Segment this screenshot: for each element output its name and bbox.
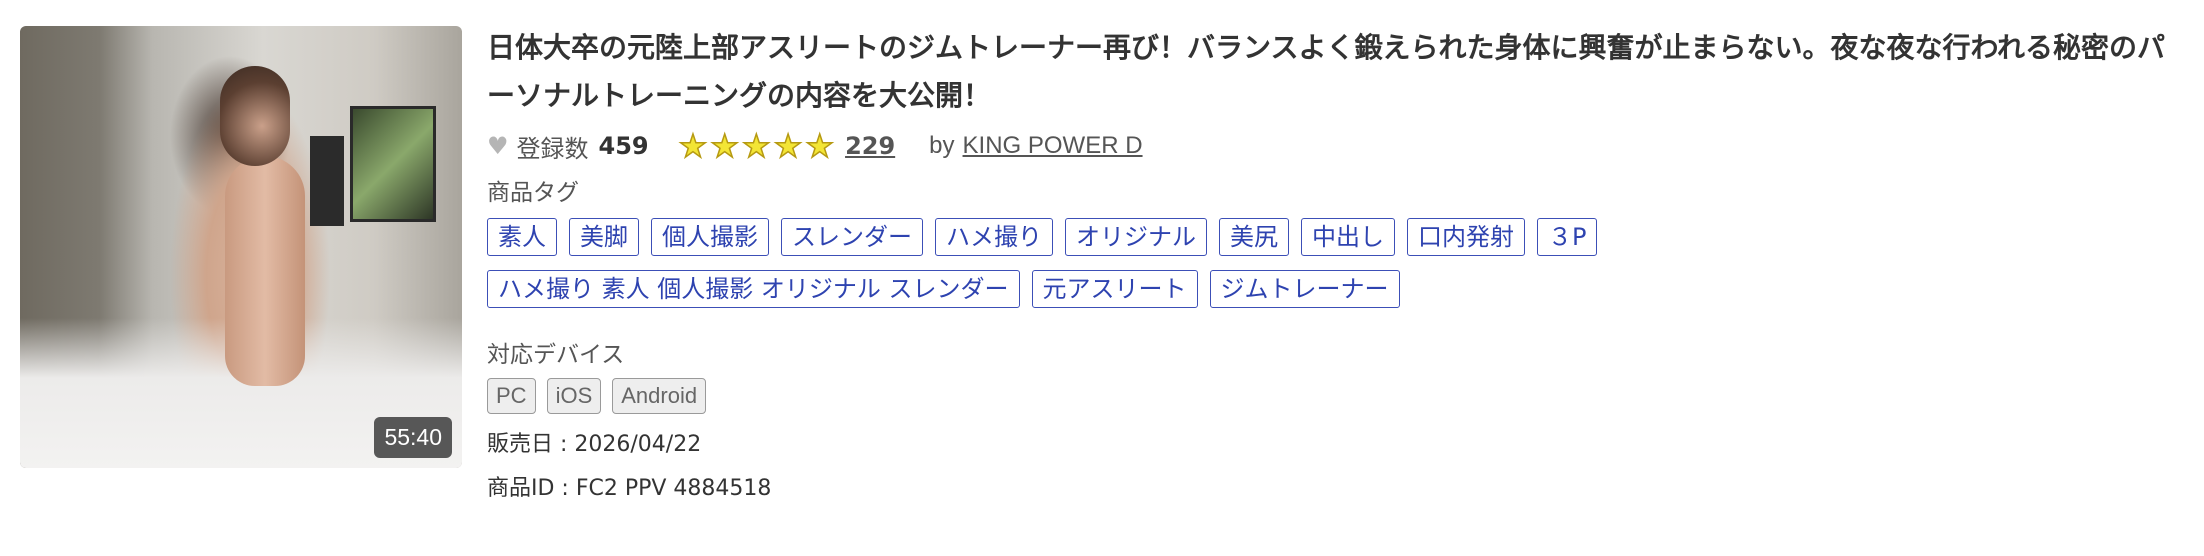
star-icon: ★ <box>710 127 740 165</box>
product-title[interactable]: 日体大卒の元陸上部アスリートのジムトレーナー再び！バランスよく鍛えられた身体に興… <box>487 24 2187 120</box>
device-badge-android: Android <box>612 378 707 414</box>
device-list: PC iOS Android <box>487 378 2187 414</box>
tag-link[interactable]: 元アスリート <box>1031 270 1198 308</box>
device-badge-pc: PC <box>487 378 536 414</box>
tag-link[interactable]: ジムトレーナー <box>1209 270 1400 308</box>
heart-icon[interactable]: ♥ <box>487 132 509 160</box>
tag-link[interactable]: ハメ撮り 素人 個人撮影 オリジナル スレンダー <box>487 270 1020 308</box>
favorites-label: 登録数 <box>516 134 589 163</box>
tag-link[interactable]: 中出し <box>1301 218 1395 256</box>
product-details: 日体大卒の元陸上部アスリートのジムトレーナー再び！バランスよく鍛えられた身体に興… <box>487 24 2187 504</box>
tag-link[interactable]: ３P <box>1537 218 1598 256</box>
devices-label: 対応デバイス <box>487 342 625 368</box>
tag-link[interactable]: 美脚 <box>569 218 639 256</box>
star-icon: ★ <box>678 127 708 165</box>
tag-list: 素人 美脚 個人撮影 スレンダー ハメ撮り オリジナル 美尻 中出し 口内発射 … <box>487 218 1787 322</box>
video-thumbnail[interactable]: 55:40 <box>20 26 462 468</box>
tag-link[interactable]: 口内発射 <box>1407 218 1525 256</box>
star-icon: ★ <box>773 127 803 165</box>
tag-link[interactable]: 素人 <box>487 218 557 256</box>
tag-link[interactable]: オリジナル <box>1065 218 1207 256</box>
review-count-link[interactable]: 229 <box>845 132 895 160</box>
duration-badge: 55:40 <box>374 417 452 458</box>
thumbnail-figure-head <box>220 66 290 166</box>
product-meta: ♥ 登録数 459 ★ ★ ★ ★ ★ 229 by KING POWER D <box>487 126 2187 166</box>
thumbnail-figure <box>225 156 305 386</box>
tag-link[interactable]: 個人撮影 <box>651 218 769 256</box>
seller-link[interactable]: KING POWER D <box>963 132 1143 160</box>
tag-link[interactable]: ハメ撮り <box>935 218 1053 256</box>
thumbnail-wall-lamp <box>310 136 344 226</box>
release-date: 販売日 : 2026/04/22 <box>487 432 702 457</box>
device-badge-ios: iOS <box>546 378 602 414</box>
by-label: by <box>929 132 955 159</box>
favorites-count: 459 <box>598 132 649 160</box>
tag-link[interactable]: スレンダー <box>781 218 923 256</box>
star-icon: ★ <box>805 127 835 165</box>
product-id: 商品ID : FC2 PPV 4884518 <box>487 476 772 501</box>
star-icon: ★ <box>741 127 771 165</box>
rating-stars: ★ ★ ★ ★ ★ <box>678 127 837 165</box>
thumbnail-wall-frame <box>350 106 436 222</box>
tags-label: 商品タグ <box>487 180 579 206</box>
tag-link[interactable]: 美尻 <box>1219 218 1289 256</box>
